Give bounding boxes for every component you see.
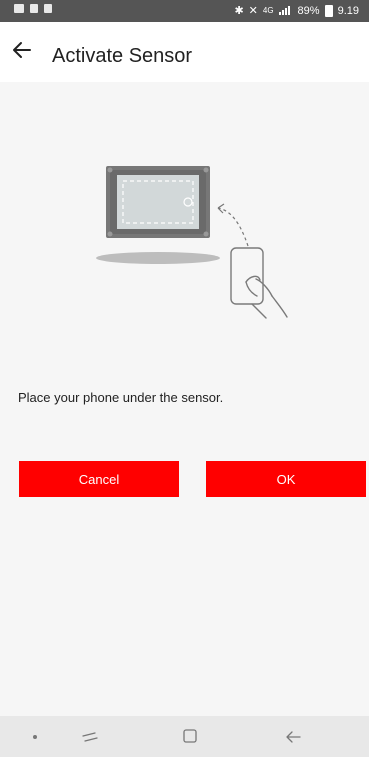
page-title: Activate Sensor	[52, 45, 193, 67]
location-icon	[44, 4, 52, 13]
back-icon[interactable]	[283, 727, 303, 747]
hand-phone-icon	[230, 247, 288, 319]
mute-icon: ✕	[248, 5, 258, 17]
system-status: ✱ ✕ 4G 89% 9.19	[234, 4, 359, 17]
clock: 9.19	[337, 4, 359, 17]
sensor-shadow	[96, 252, 220, 264]
network-type: 4G	[262, 6, 274, 15]
nav-dot-icon[interactable]	[33, 735, 37, 739]
sensor-illustration	[96, 166, 288, 319]
navigation-bar	[0, 716, 369, 757]
move-arrow	[217, 207, 249, 247]
battery-percent: 89%	[297, 4, 320, 17]
recents-icon[interactable]	[80, 727, 100, 747]
home-icon[interactable]	[182, 728, 198, 744]
app-bar: Activate Sensor	[0, 22, 369, 82]
gallery-icon	[14, 4, 24, 13]
status-bar: ✱ ✕ 4G 89% 9.19	[0, 0, 369, 22]
cast-icon	[30, 4, 38, 13]
bluetooth-icon: ✱	[234, 5, 244, 17]
instruction-text: Place your phone under the sensor.	[18, 390, 224, 405]
back-arrow-icon[interactable]	[10, 38, 34, 62]
signal-icon	[278, 6, 293, 15]
battery-icon	[324, 4, 333, 17]
ok-button[interactable]: OK	[206, 461, 366, 497]
sensor-window	[117, 175, 199, 229]
cancel-button[interactable]: Cancel	[19, 461, 179, 497]
notification-icons	[14, 4, 52, 13]
